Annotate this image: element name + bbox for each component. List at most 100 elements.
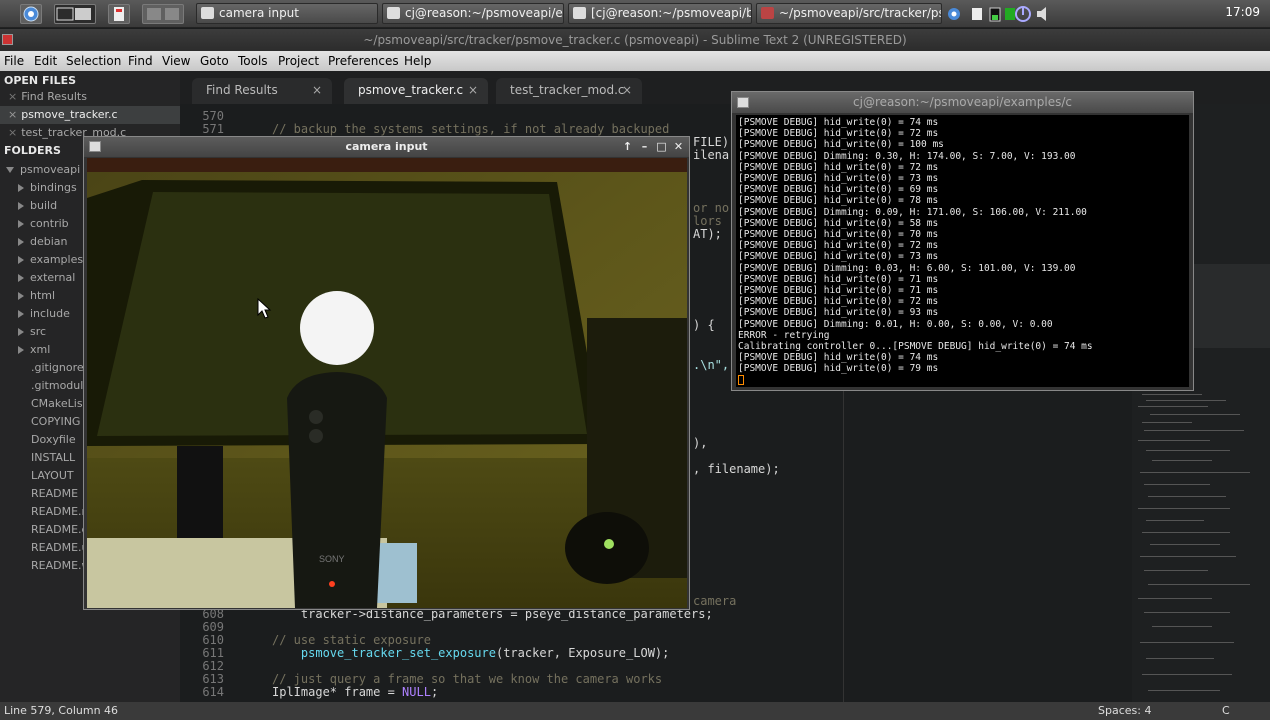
browser-launcher-icon[interactable]: [20, 4, 42, 24]
maximize-button[interactable]: □: [655, 140, 668, 153]
sublime-title-bar[interactable]: ~/psmoveapi/src/tracker/psmove_tracker.c…: [0, 29, 1270, 51]
volume-tray-icon[interactable]: [1036, 6, 1050, 25]
tab-find-results[interactable]: Find Results ×: [192, 78, 332, 104]
close-icon[interactable]: ×: [8, 108, 17, 121]
terminal-line: [PSMOVE DEBUG] hid_write(0) = 79 ms: [738, 363, 939, 375]
menu-goto[interactable]: Goto: [200, 51, 229, 71]
code-fragment: .\n",: [693, 358, 730, 372]
battery-tray-icon[interactable]: [988, 6, 1002, 25]
code-fragment: AT);: [693, 227, 722, 241]
chevron-right-icon: [18, 292, 24, 300]
terminal-line: Calibrating controller 0...[PSMOVE DEBUG…: [738, 341, 1093, 352]
cursor-position: Line 579, Column 46: [4, 704, 119, 717]
chevron-right-icon: [18, 256, 24, 264]
task-camera-input[interactable]: camera input: [196, 3, 378, 24]
menu-preferences[interactable]: Preferences: [328, 51, 399, 71]
keep-above-button[interactable]: ↑: [621, 140, 634, 153]
window-icon: [201, 7, 214, 19]
window-icon: [737, 97, 749, 108]
terminal-line: [PSMOVE DEBUG] Dimming: 0.30, H: 174.00,…: [738, 150, 1076, 162]
terminal-window[interactable]: cj@reason:~/psmoveapi/examples/c [PSMOVE…: [731, 91, 1194, 391]
menu-help[interactable]: Help: [404, 51, 431, 71]
code-line: 611 psmove_tracker_set_exposure(tracker,…: [202, 646, 670, 660]
workspace-switcher-icon[interactable]: [54, 4, 96, 24]
close-icon[interactable]: ×: [622, 78, 632, 102]
camera-input-window[interactable]: camera input ↑ – □ ✕ SONY: [83, 136, 690, 610]
terminal-window-title: cj@reason:~/psmoveapi/examples/c: [853, 95, 1072, 109]
terminal-line: [PSMOVE DEBUG] hid_write(0) = 72 ms: [738, 296, 939, 308]
code-line: 614 IplImage* frame = NULL;: [202, 685, 439, 699]
folders-heading: FOLDERS: [4, 144, 61, 157]
open-file-find-results[interactable]: × Find Results: [0, 88, 180, 106]
close-icon[interactable]: ×: [8, 90, 17, 103]
camera-window-title-bar[interactable]: camera input ↑ – □ ✕: [84, 137, 689, 157]
tab-test-tracker-mod[interactable]: test_tracker_mod.c ×: [496, 78, 642, 104]
menu-project[interactable]: Project: [278, 51, 319, 71]
menu-file[interactable]: File: [4, 51, 24, 71]
chevron-right-icon: [18, 328, 24, 336]
terminal-line: [PSMOVE DEBUG] hid_write(0) = 69 ms: [738, 184, 939, 196]
task-terminal-build[interactable]: [cj@reason:~/psmoveapi/b...: [568, 3, 752, 24]
menu-selection[interactable]: Selection: [66, 51, 121, 71]
minimize-button[interactable]: –: [638, 140, 651, 153]
indentation-setting[interactable]: Spaces: 4: [1098, 702, 1151, 720]
close-icon[interactable]: ×: [468, 78, 478, 102]
terminal-line: [PSMOVE DEBUG] hid_write(0) = 73 ms: [738, 173, 939, 184]
window-icon: [89, 141, 101, 152]
terminal-line: ERROR - retrying: [738, 329, 830, 341]
menu-view[interactable]: View: [162, 51, 190, 71]
terminal-line: [PSMOVE DEBUG] hid_write(0) = 70 ms: [738, 229, 939, 240]
chevron-down-icon: [6, 167, 14, 173]
terminal-line: [PSMOVE DEBUG] hid_write(0) = 78 ms: [738, 195, 939, 207]
clock[interactable]: 17:09: [1225, 5, 1260, 19]
open-files-heading: OPEN FILES: [4, 74, 77, 87]
code-line: 570: [202, 109, 224, 123]
code-line: 612: [202, 659, 224, 673]
terminal-line: [PSMOVE DEBUG] hid_write(0) = 72 ms: [738, 240, 939, 252]
menu-find[interactable]: Find: [128, 51, 153, 71]
terminal-line: [PSMOVE DEBUG] hid_write(0) = 58 ms: [738, 217, 939, 229]
window-title: ~/psmoveapi/src/tracker/psmove_tracker.c…: [363, 33, 907, 47]
chevron-right-icon: [18, 274, 24, 282]
chevron-right-icon: [18, 346, 24, 354]
status-bar: Line 579, Column 46 Spaces: 4 C: [0, 702, 1270, 720]
code-line: 609: [202, 620, 224, 634]
terminal-line: [PSMOVE DEBUG] Dimming: 0.01, H: 0.00, S…: [738, 318, 1053, 330]
close-icon[interactable]: ×: [8, 126, 17, 139]
tab-psmove-tracker[interactable]: psmove_tracker.c ×: [344, 78, 488, 104]
terminal-line: [PSMOVE DEBUG] Dimming: 0.09, H: 171.00,…: [738, 206, 1087, 218]
terminal-line: [PSMOVE DEBUG] hid_write(0) = 74 ms: [738, 352, 939, 364]
terminal-title-bar[interactable]: cj@reason:~/psmoveapi/examples/c: [732, 92, 1193, 113]
menu-bar: File Edit Selection Find View Goto Tools…: [0, 51, 1270, 71]
sublime-app-icon: [2, 34, 13, 45]
terminal-line: [PSMOVE DEBUG] hid_write(0) = 100 ms: [738, 139, 944, 151]
chevron-right-icon: [18, 238, 24, 246]
close-icon[interactable]: ×: [312, 78, 322, 102]
terminal-output[interactable]: [PSMOVE DEBUG] hid_write(0) = 74 ms [PSM…: [736, 115, 1189, 387]
task-terminal-examples[interactable]: cj@reason:~/psmoveapi/ex...: [382, 3, 564, 24]
terminal-line: [PSMOVE DEBUG] hid_write(0) = 72 ms: [738, 128, 939, 140]
chrome-tray-icon[interactable]: [946, 6, 962, 25]
terminal-line: [PSMOVE DEBUG] hid_write(0) = 71 ms: [738, 285, 939, 296]
clipboard-tray-icon[interactable]: [970, 7, 984, 24]
camera-window-title: camera input: [345, 140, 428, 153]
files-launcher-icon[interactable]: [108, 4, 130, 24]
syntax-setting[interactable]: C: [1222, 702, 1230, 720]
menu-tools[interactable]: Tools: [238, 51, 268, 71]
open-file-psmove-tracker[interactable]: × psmove_tracker.c: [0, 106, 180, 124]
terminal-line: [PSMOVE DEBUG] Dimming: 0.03, H: 6.00, S…: [738, 262, 1076, 274]
task-sublime-text[interactable]: ~/psmoveapi/src/tracker/ps...: [756, 3, 942, 24]
code-fragment: , filename);: [693, 462, 780, 476]
power-tray-icon[interactable]: [1014, 5, 1032, 26]
controller-brand-text: SONY: [319, 554, 345, 564]
code-fragment: ),: [693, 436, 708, 450]
terminal-line: [PSMOVE DEBUG] hid_write(0) = 74 ms: [738, 117, 939, 128]
menu-edit[interactable]: Edit: [34, 51, 57, 71]
close-button[interactable]: ✕: [672, 140, 685, 153]
code-fragment: ) {: [693, 318, 715, 332]
sublime-icon: [761, 7, 774, 19]
terminal-icon: [387, 7, 400, 19]
show-desktop-icon[interactable]: [142, 4, 184, 24]
chevron-right-icon: [18, 202, 24, 210]
terminal-line: [PSMOVE DEBUG] hid_write(0) = 71 ms: [738, 273, 939, 285]
